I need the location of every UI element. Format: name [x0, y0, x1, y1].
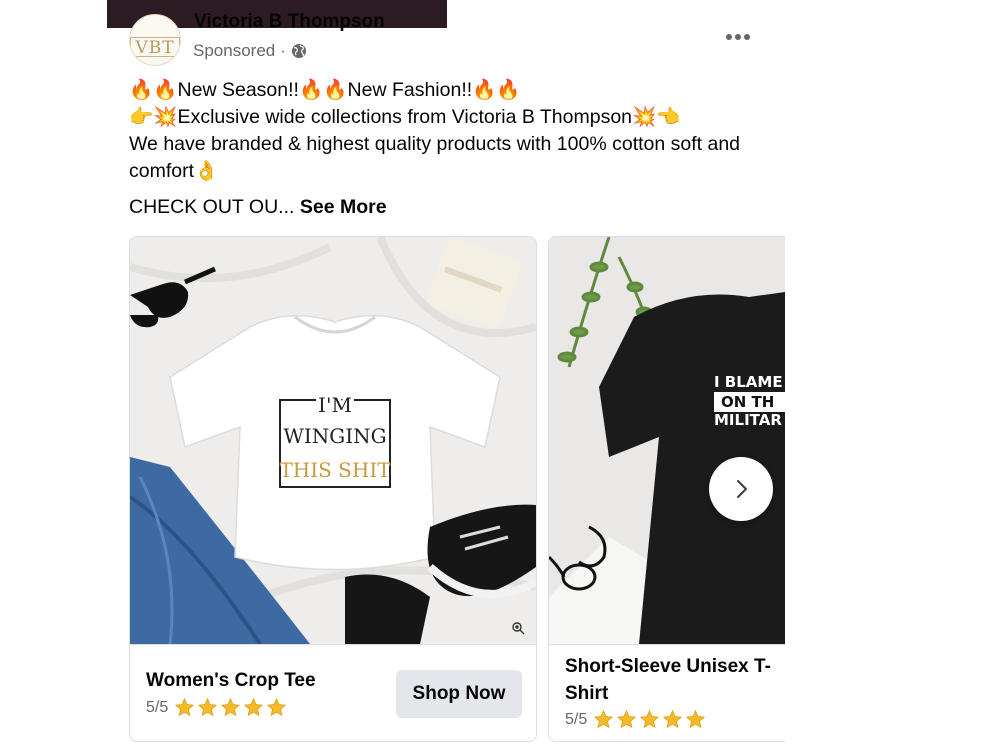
product-image-unisex-tshirt[interactable]: I BLAME ON TH MILITAR: [549, 237, 785, 644]
star-icon: [267, 697, 287, 717]
shirt2-text-3: MILITAR: [714, 411, 782, 429]
product-title[interactable]: Women's Crop Tee: [146, 667, 316, 694]
sponsored-row: Sponsored ·: [193, 40, 307, 62]
product-rating: 5/5: [146, 697, 287, 718]
post-text-line-3: We have branded & highest quality produc…: [129, 133, 741, 182]
shirt-text-1: I'M: [318, 393, 352, 417]
card-footer: Short-Sleeve Unisex T-Shirt 5/5: [549, 644, 785, 741]
rating-stars: [593, 709, 706, 730]
product-image-crop-tee[interactable]: I'M WINGING THIS SHIT: [130, 237, 536, 644]
shop-now-button[interactable]: Shop Now: [396, 670, 522, 718]
shirt2-text-2: ON TH: [721, 393, 774, 411]
separator-dot: ·: [280, 41, 286, 60]
product-title[interactable]: Short-Sleeve Unisex T-Shirt: [565, 653, 785, 707]
product-carousel: I'M WINGING THIS SHIT Women's Crop Tee 5…: [129, 236, 785, 750]
rating-value: 5/5: [146, 698, 169, 716]
star-icon: [198, 697, 218, 717]
product-card-crop-tee[interactable]: I'M WINGING THIS SHIT Women's Crop Tee 5…: [129, 236, 537, 742]
shirt-text-3: THIS SHIT: [279, 458, 391, 482]
star-icon: [663, 709, 683, 729]
sponsored-label: Sponsored: [193, 41, 276, 60]
star-icon: [686, 709, 706, 729]
rating-stars: [174, 697, 287, 718]
star-icon: [617, 709, 637, 729]
star-icon: [594, 709, 614, 729]
carousel-next-button[interactable]: [709, 457, 773, 521]
crop-tee-photo: I'M WINGING THIS SHIT: [130, 237, 536, 644]
star-icon: [244, 697, 264, 717]
globe-icon: [291, 44, 306, 58]
card-footer: Women's Crop Tee 5/5 Shop Now: [130, 644, 536, 741]
chevron-right-icon: [736, 479, 748, 499]
shirt2-text-1: I BLAME: [714, 373, 783, 391]
more-options-icon[interactable]: [720, 24, 756, 50]
shirt-text-2: WINGING: [283, 424, 386, 448]
truncated-text: CHECK OUT OU...: [129, 196, 295, 218]
zoom-icon[interactable]: [511, 621, 525, 635]
page-avatar[interactable]: VBT: [129, 14, 181, 66]
rating-value: 5/5: [565, 710, 588, 728]
see-more-link[interactable]: See More: [300, 196, 387, 218]
star-icon: [175, 697, 195, 717]
star-icon: [221, 697, 241, 717]
post-text-line-1: 🔥🔥New Season!!🔥🔥New Fashion!!🔥🔥: [129, 79, 521, 101]
see-more-line: CHECK OUT OU... See More: [129, 194, 387, 221]
star-icon: [640, 709, 660, 729]
product-rating: 5/5: [565, 709, 706, 730]
unisex-tshirt-photo: I BLAME ON TH MILITAR: [549, 237, 785, 644]
post-text-line-2: 👉💥Exclusive wide collections from Victor…: [129, 106, 681, 128]
page-name[interactable]: Victoria B Thompson: [194, 11, 385, 33]
avatar-logo: VBT: [130, 37, 180, 57]
post-message: 🔥🔥New Season!!🔥🔥New Fashion!!🔥🔥 👉💥Exclus…: [129, 77, 779, 185]
